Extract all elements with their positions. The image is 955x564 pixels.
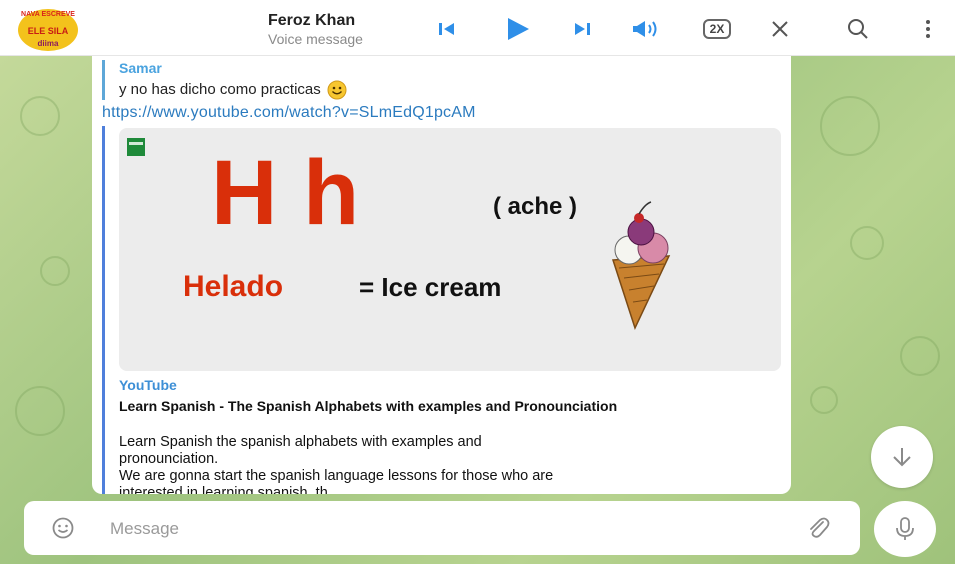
reply-quote[interactable]: Samar y no has dicho como practicas: [102, 60, 702, 100]
close-icon: [772, 21, 788, 37]
audio-player-bar: NAVA ESCREVE ELE SILA diima Feroz Khan V…: [0, 0, 955, 56]
ice-cream-icon: [611, 201, 671, 331]
arrow-down-icon: [893, 448, 911, 467]
thumb-word: Helado: [183, 270, 283, 303]
skip-next-icon: [575, 23, 590, 35]
preview-desc-line: We are gonna start the spanish language …: [119, 468, 554, 484]
paperclip-icon: [810, 517, 830, 538]
volume-icon: [633, 21, 657, 37]
message-input[interactable]: [110, 515, 760, 543]
message-link[interactable]: https://www.youtube.com/watch?v=SLmEdQ1p…: [102, 104, 476, 122]
close-player-button[interactable]: [766, 14, 794, 44]
preview-description: Learn Spanish the spanish alphabets with…: [119, 434, 779, 494]
microphone-icon: [896, 517, 914, 540]
preview-desc-line: interested in learning spanish, th: [119, 485, 328, 494]
avatar-mid-text: ELE SILA: [28, 26, 69, 36]
player-title-block[interactable]: Feroz Khan Voice message: [268, 12, 418, 48]
more-options-button[interactable]: [918, 14, 938, 44]
message-composer: [24, 501, 860, 555]
search-button[interactable]: [843, 14, 873, 44]
emoji-button[interactable]: [52, 517, 74, 544]
chat-avatar[interactable]: NAVA ESCREVE ELE SILA diima: [18, 4, 110, 52]
thumb-pronunciation: ( ache ): [493, 193, 577, 220]
link-preview[interactable]: H h ( ache ) Helado = Ice cream YouTube …: [102, 126, 782, 494]
avatar-bottom-text: diima: [38, 39, 59, 48]
skip-previous-button[interactable]: [434, 14, 460, 44]
sender-name: Feroz Khan: [268, 12, 356, 29]
player-subtitle: Voice message: [268, 31, 363, 47]
attach-button[interactable]: [806, 515, 830, 546]
message-bubble[interactable]: Samar y no has dicho como practicas http…: [92, 56, 791, 494]
voice-record-button[interactable]: [874, 501, 936, 557]
volume-button[interactable]: [630, 14, 664, 44]
preview-site-name: YouTube: [119, 377, 177, 393]
thumb-meaning: = Ice cream: [359, 272, 501, 302]
play-icon: [508, 18, 529, 40]
playback-speed-label: 2X: [702, 19, 732, 39]
avatar-top-text: NAVA ESCREVE: [21, 11, 75, 18]
smile-emoji-icon: [327, 80, 347, 100]
preview-thumbnail[interactable]: H h ( ache ) Helado = Ice cream: [119, 128, 781, 371]
reply-text-content: y no has dicho como practicas: [119, 81, 321, 98]
playback-speed-button[interactable]: 2X: [697, 14, 737, 44]
preview-title: Learn Spanish - The Spanish Alphabets wi…: [119, 398, 618, 414]
search-icon: [848, 19, 868, 39]
play-button[interactable]: [502, 14, 534, 44]
preview-desc-line: pronounciation.: [119, 451, 219, 467]
preview-desc-line: Learn Spanish the spanish alphabets with…: [119, 434, 482, 450]
scroll-down-button[interactable]: [871, 426, 933, 488]
more-vertical-icon: [926, 20, 930, 38]
reply-sender-name: Samar: [119, 60, 162, 76]
reply-text: y no has dicho como practicas: [119, 80, 702, 100]
emoji-icon: [52, 517, 74, 539]
skip-next-button[interactable]: [569, 14, 595, 44]
skip-previous-icon: [439, 23, 454, 35]
thumb-big-letters: H h: [211, 142, 359, 244]
